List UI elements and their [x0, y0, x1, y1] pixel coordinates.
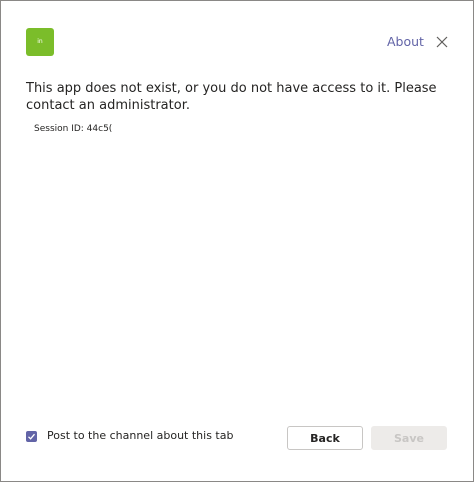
- back-button[interactable]: Back: [287, 426, 363, 450]
- close-icon: [436, 36, 448, 48]
- post-to-channel-label: Post to the channel about this tab: [47, 429, 234, 442]
- post-to-channel-checkbox[interactable]: [26, 431, 37, 442]
- save-button[interactable]: Save: [371, 426, 447, 450]
- error-message: This app does not exist, or you do not h…: [26, 81, 437, 113]
- close-button[interactable]: [433, 33, 451, 51]
- session-id-text: Session ID: 44c5(: [34, 124, 113, 134]
- dialog-window: in About This app does not exist, or you…: [0, 0, 474, 482]
- checkmark-icon: [28, 433, 35, 440]
- app-logo-icon: in: [26, 28, 54, 56]
- app-logo-glyph: in: [37, 38, 43, 45]
- about-link[interactable]: About: [387, 34, 424, 50]
